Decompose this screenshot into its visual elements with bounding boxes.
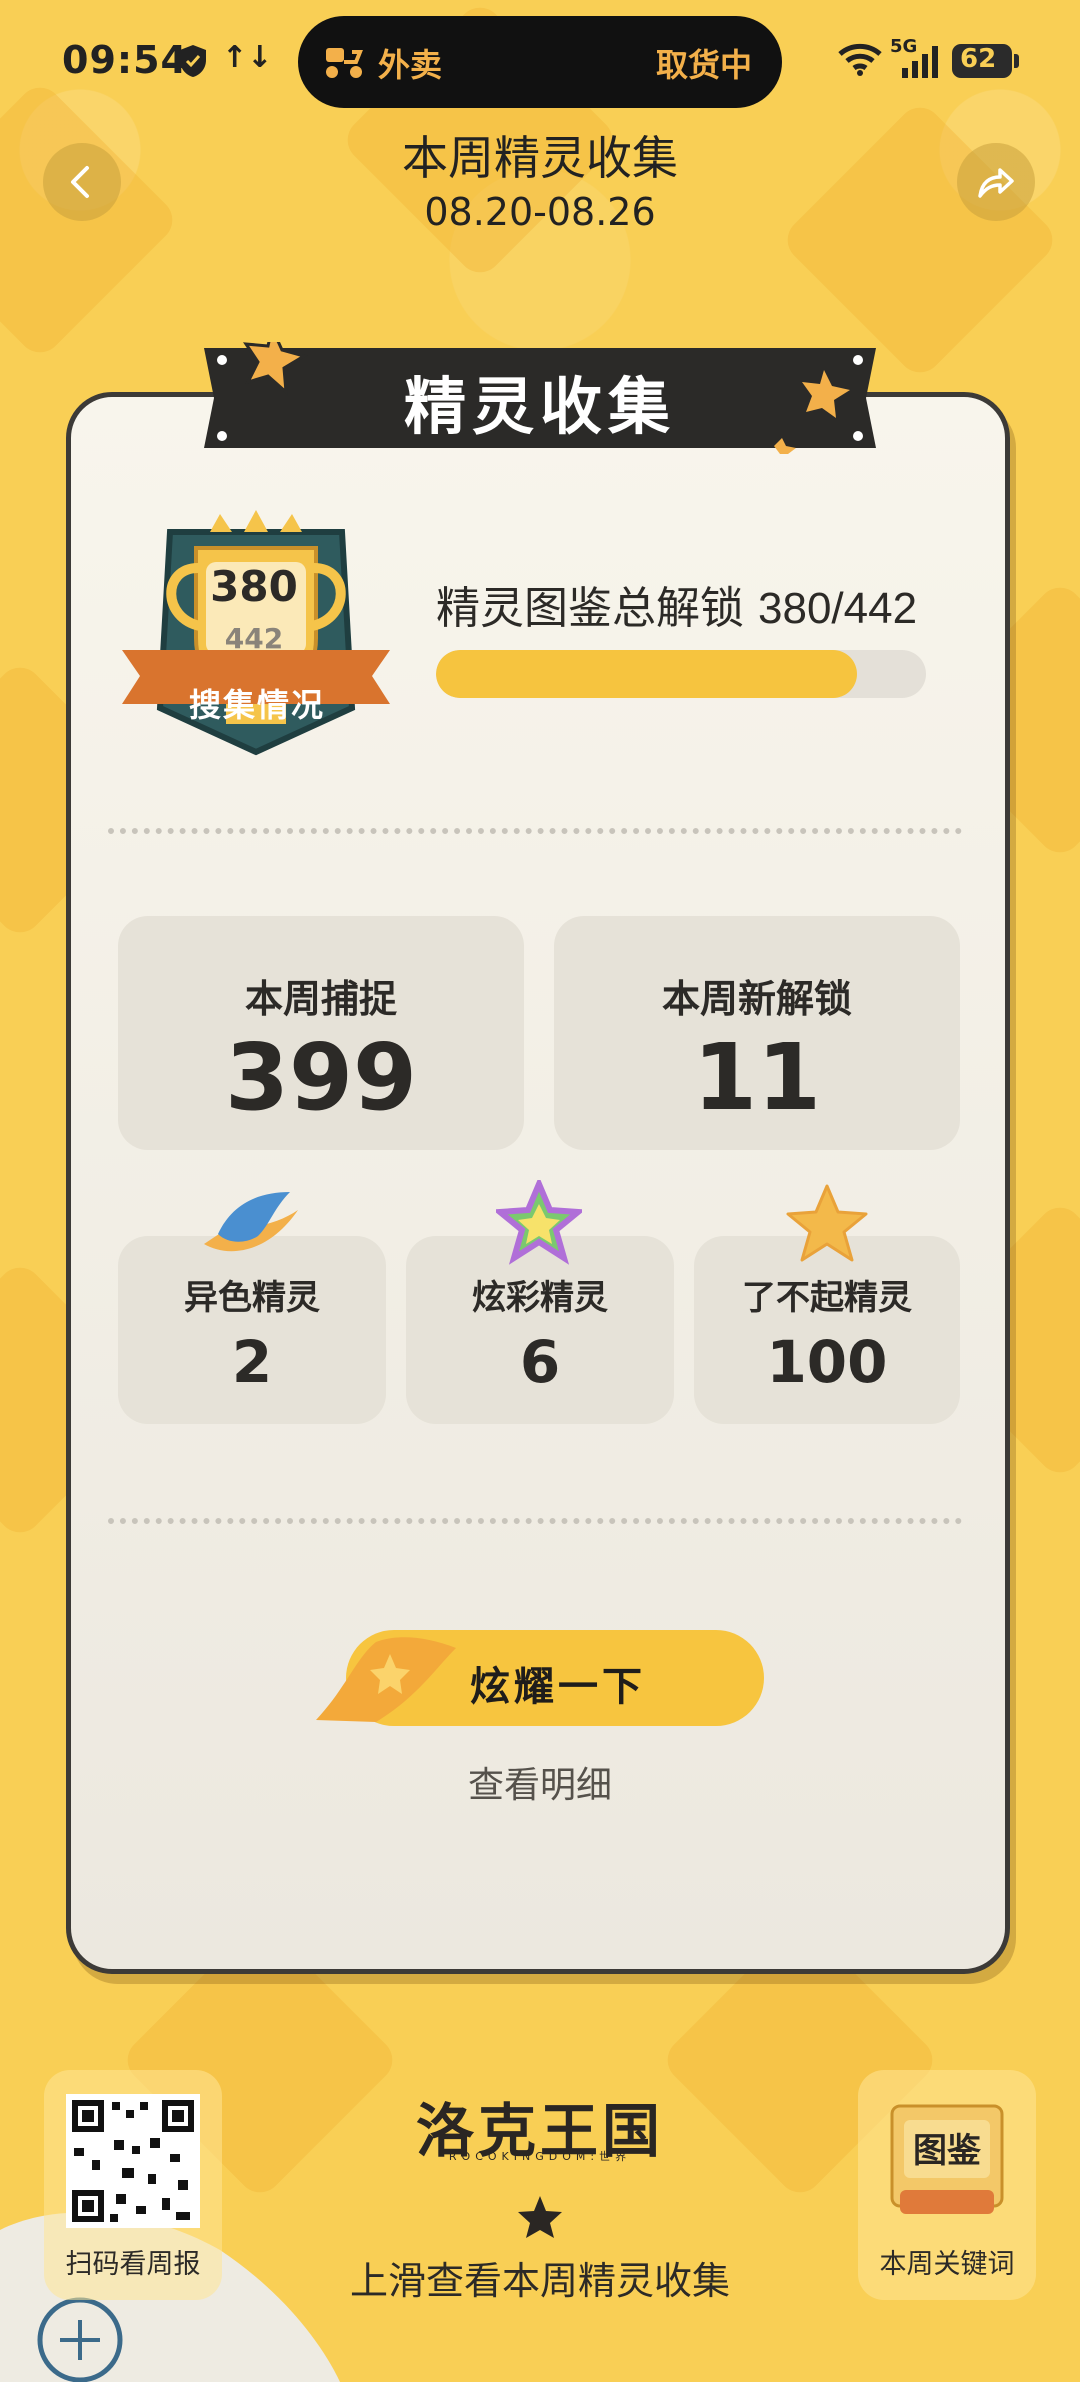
live-activity-pill[interactable]: 外卖 取货中 [298, 16, 782, 108]
stat-weekly-catch: 本周捕捉 399 [118, 916, 524, 1150]
weekly-keyword-card[interactable]: 图鉴 本周关键词 [858, 2070, 1036, 2300]
shiny-icon [204, 1192, 298, 1252]
trophy-total: 442 [224, 622, 284, 655]
stat-amazing: 了不起精灵 100 [694, 1236, 960, 1424]
divider [108, 1518, 962, 1524]
show-off-button[interactable]: 炫耀一下 [316, 1654, 800, 1712]
pill-left-label: 外卖 [378, 46, 443, 84]
stat-label: 本周捕捉 [244, 977, 397, 1021]
stat-value: 100 [766, 1328, 888, 1396]
rainbow-star-icon [496, 1180, 582, 1265]
share-icon [978, 168, 1014, 198]
book-label: 本周关键词 [879, 2249, 1015, 2280]
shield-icon [180, 45, 206, 77]
gold-star-icon [786, 1184, 868, 1262]
data-activity-icon: ↑↓ [222, 40, 273, 75]
stat-label: 本周新解锁 [661, 977, 852, 1021]
unlock-progress-bar [436, 650, 926, 698]
battery-icon: 62 [952, 44, 1012, 78]
unlock-progress-fill [436, 650, 858, 698]
stat-value: 399 [224, 1024, 418, 1131]
unlock-summary: 精灵图鉴总解锁 380/442 [436, 572, 917, 636]
stat-label: 了不起精灵 [742, 1278, 912, 1318]
battery-level: 62 [960, 44, 997, 74]
stat-weekly-unlock: 本周新解锁 11 [554, 916, 960, 1150]
signal-icon [902, 46, 938, 78]
share-button[interactable] [957, 143, 1035, 221]
star-icon [518, 2196, 562, 2238]
ribbon-title: 精灵收集 [403, 370, 676, 443]
stat-label: 炫彩精灵 [472, 1278, 608, 1318]
unlock-value: 380/442 [758, 584, 918, 633]
wifi-icon [838, 43, 882, 76]
pill-right-label: 取货中 [655, 46, 752, 84]
status-time: 09:54 [62, 38, 188, 82]
divider [108, 828, 962, 834]
view-details-link[interactable]: 查看明细 [0, 1756, 1080, 1808]
book-badge-text: 图鉴 [913, 2131, 981, 2171]
status-bar: 09:54 ↑↓ 外卖 取货中 5G 62 [0, 0, 1080, 125]
stat-label: 异色精灵 [184, 1278, 320, 1318]
trophy-label: 搜集情况 [188, 686, 325, 724]
stat-value: 2 [231, 1328, 273, 1396]
scooter-icon [326, 48, 363, 78]
battery-tip [1014, 54, 1019, 68]
page-date-range: 08.20-08.26 [424, 190, 656, 234]
page-title: 本周精灵收集 [402, 131, 678, 185]
stat-value: 6 [519, 1328, 561, 1396]
unlock-label: 精灵图鉴总解锁 [436, 583, 744, 634]
pokedex-book-icon: 图鉴 [890, 2104, 1004, 2214]
trophy-collected: 380 [210, 562, 298, 611]
stat-value: 11 [692, 1024, 822, 1131]
